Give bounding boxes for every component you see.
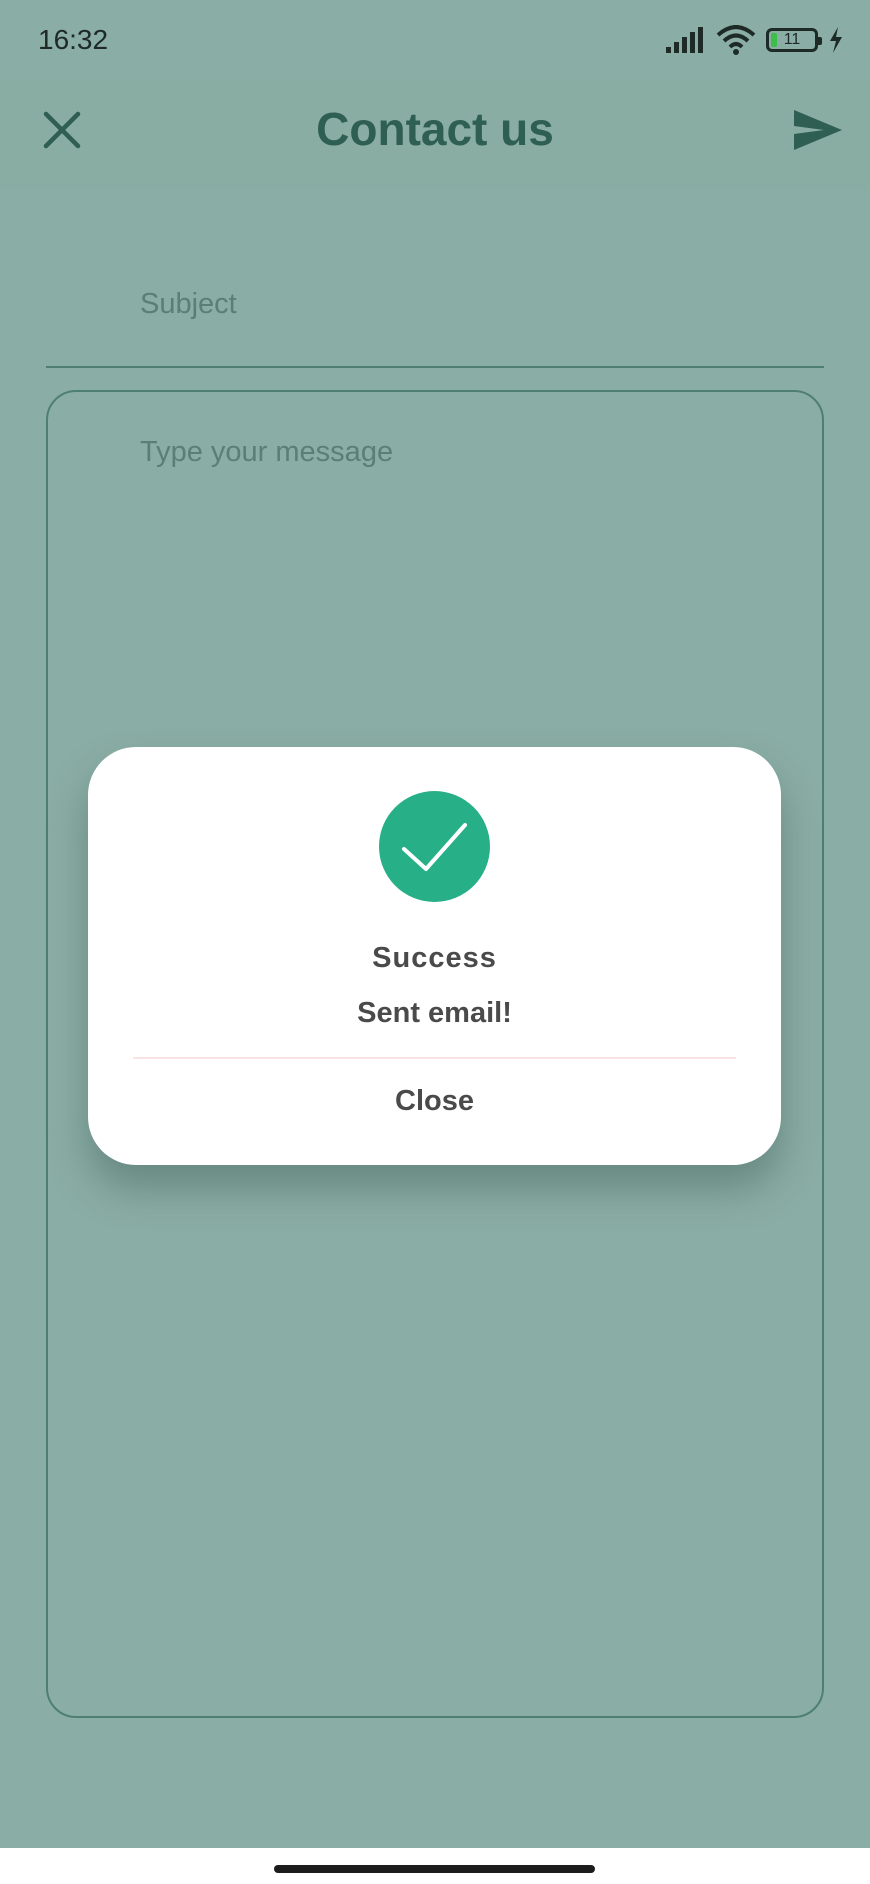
send-icon[interactable] — [790, 102, 846, 158]
app-bar: Contact us — [0, 80, 870, 190]
dialog-title: Success — [372, 942, 497, 974]
dialog-close-button[interactable]: Close — [133, 1061, 736, 1141]
charging-icon — [830, 27, 842, 53]
success-dialog: Success Sent email! Close — [88, 747, 781, 1165]
system-nav-bar — [0, 1848, 870, 1884]
dialog-divider — [133, 1057, 736, 1059]
subject-placeholder: Subject — [140, 288, 237, 320]
status-time: 16:32 — [38, 24, 109, 55]
battery-icon: 11 — [766, 28, 822, 52]
subject-input[interactable]: Subject — [46, 262, 824, 368]
status-icons: 11 — [666, 24, 844, 56]
wifi-icon — [716, 25, 756, 55]
dialog-message: Sent email! — [357, 997, 512, 1029]
battery-level: 11 — [783, 31, 801, 48]
check-icon — [379, 791, 490, 902]
signal-icon — [666, 27, 703, 53]
page-title: Contact us — [316, 103, 554, 155]
status-bar: 16:32 11 — [0, 0, 870, 80]
home-indicator[interactable] — [274, 1865, 595, 1873]
message-placeholder: Type your message — [140, 436, 394, 468]
